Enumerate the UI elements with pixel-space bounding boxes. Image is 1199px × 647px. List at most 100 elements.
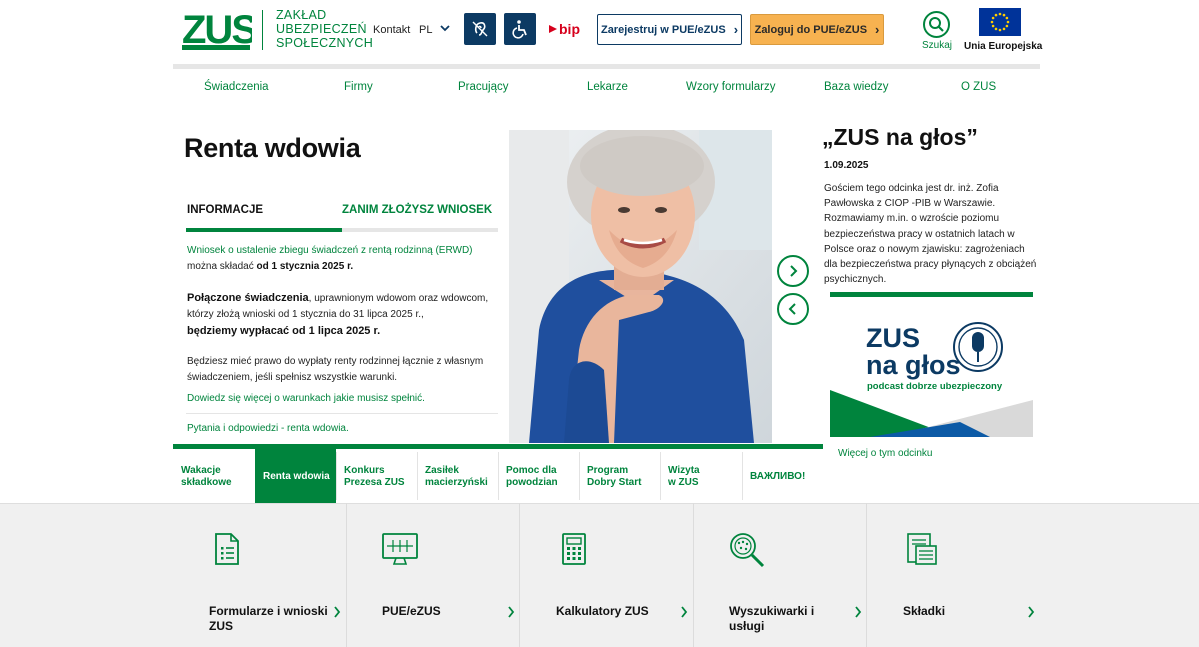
magnifier-icon[interactable] — [728, 532, 766, 568]
invoice-icon[interactable] — [906, 532, 938, 566]
erwd-link[interactable]: Wniosek o ustalenie zbiegu świadczeń z r… — [187, 245, 473, 256]
hearing-impaired-button[interactable] — [464, 13, 496, 45]
p1-bold: od 1 stycznia 2025 r. — [256, 261, 354, 272]
chevron-right-icon[interactable] — [680, 606, 688, 618]
nav-item-pracujacy[interactable]: Pracujący — [458, 81, 509, 93]
zus-logo[interactable]: ZUS — [182, 9, 252, 51]
elderly-woman-image — [509, 130, 772, 443]
svg-text:ZUS: ZUS — [182, 9, 252, 51]
quick-links-panel — [0, 503, 1199, 647]
wheelchair-icon — [512, 20, 527, 39]
chevron-right-icon: › — [733, 22, 739, 37]
chevron-right-icon[interactable] — [1027, 606, 1035, 618]
nav-item-lekarze[interactable]: Lekarze — [587, 81, 628, 93]
chevron-right-icon[interactable] — [507, 606, 515, 618]
hero-photo — [509, 130, 772, 443]
tab-label-line: Pomoc dla — [506, 465, 557, 476]
tab-pomoc-dla-powodzian[interactable]: Pomoc dla powodzian — [498, 449, 579, 503]
tile-label-line: usługi — [729, 619, 765, 633]
podcast-description: Gościem tego odcinka jest dr. inż. Zofia… — [824, 183, 1037, 286]
tile-label-line: Kalkulatory ZUS — [556, 604, 649, 618]
tile-label-line: Wyszukiwarki i — [729, 604, 815, 618]
header-divider — [173, 64, 1040, 69]
paragraph-prawo: Będziesz mieć prawo do wypłaty renty rod… — [187, 356, 484, 383]
site-header: ZUS ZAKŁAD UBEZPIECZEŃ SPOŁECZNYCH Konta… — [0, 0, 1199, 66]
tile-skladki[interactable]: Składki — [903, 604, 945, 619]
tile-separator — [693, 503, 694, 647]
tile-kalkulatory[interactable]: Kalkulatory ZUS — [556, 604, 649, 619]
carousel-next-button[interactable] — [777, 255, 809, 287]
chevron-right-icon[interactable] — [333, 606, 341, 618]
tile-pue-ezus[interactable]: PUE/eZUS — [382, 604, 441, 619]
tile-separator — [519, 503, 520, 647]
tab-separator — [417, 452, 418, 500]
tile-formularze[interactable]: Formularze i wnioski ZUS — [209, 604, 328, 634]
chevron-right-icon[interactable] — [854, 606, 862, 618]
login-button[interactable]: Zaloguj do PUE/eZUS › — [750, 14, 884, 45]
monitor-icon[interactable] — [381, 532, 419, 566]
tab-label-line: w ZUS — [668, 477, 699, 488]
tab-zasilek-macierzynski[interactable]: Zasiłek macierzyński — [417, 449, 498, 503]
eu-flag-icon[interactable] — [979, 8, 1021, 36]
calculator-icon[interactable] — [561, 532, 587, 566]
tab-konkurs-prezesa[interactable]: Konkurs Prezesa ZUS — [336, 449, 417, 503]
main-nav: Świadczenia Firmy Pracujący Lekarze Wzor… — [173, 70, 1040, 104]
p1-text: można składać — [187, 261, 257, 272]
tab-vazhlyvo[interactable]: ВАЖЛИВО! — [742, 449, 823, 503]
tab-label-line: Dobry Start — [587, 477, 642, 488]
search-button[interactable] — [923, 11, 950, 38]
tab-wakacje-skladkowe[interactable]: Wakacje składkowe — [173, 449, 255, 503]
nav-item-wzory-formularzy[interactable]: Wzory formularzy — [686, 81, 775, 93]
svg-text:bip: bip — [559, 21, 580, 37]
tab-zanim-zlozysz-wniosek[interactable]: ZANIM ZŁOŻYSZ WNIOSEK — [342, 204, 492, 216]
nav-item-firmy[interactable]: Firmy — [344, 81, 373, 93]
paragraph-erwd: Wniosek o ustalenie zbiegu świadczeń z r… — [187, 243, 499, 275]
tab-informacje[interactable]: INFORMACJE — [187, 204, 263, 216]
svg-text:podcast dobrze ubezpieczony: podcast dobrze ubezpieczony — [867, 381, 1003, 392]
divider — [186, 413, 498, 414]
tile-label-line: PUE/eZUS — [382, 604, 441, 618]
tile-label-line: Składki — [903, 604, 946, 618]
tab-label-line: ВАЖЛИВО! — [750, 471, 806, 482]
warunki-link[interactable]: Dowiedz się więcej o warunkach jakie mus… — [187, 393, 425, 404]
carousel-prev-button[interactable] — [777, 293, 809, 325]
tile-wyszukiwarki[interactable]: Wyszukiwarki i usługi — [729, 604, 814, 634]
bip-logo-icon[interactable]: bip — [549, 19, 585, 39]
kontakt-link[interactable]: Kontakt — [373, 24, 410, 36]
org-line-2: UBEZPIECZEŃ — [276, 22, 367, 36]
nav-item-swiadczenia[interactable]: Świadczenia — [204, 81, 269, 93]
language-selector[interactable]: PL — [419, 24, 432, 36]
podcast-title: „ZUS na głos” — [822, 124, 978, 150]
podcast-date: 1.09.2025 — [824, 160, 869, 171]
register-button[interactable]: Zarejestruj w PUE/eZUS › — [597, 14, 742, 45]
search-icon — [929, 17, 944, 32]
podcast-divider — [830, 292, 1033, 297]
tab-wizyta-w-zus[interactable]: Wizyta w ZUS — [660, 449, 742, 503]
tab-renta-wdowia[interactable]: Renta wdowia — [255, 449, 336, 503]
register-label: Zarejestruj w PUE/eZUS — [600, 23, 726, 36]
chevron-left-icon — [788, 303, 796, 315]
organization-name[interactable]: ZAKŁAD UBEZPIECZEŃ SPOŁECZNYCH — [276, 8, 373, 50]
page-title: Renta wdowia — [184, 133, 361, 163]
tab-separator — [742, 452, 743, 500]
nav-item-o-zus[interactable]: O ZUS — [961, 81, 996, 93]
tile-separator — [866, 503, 867, 647]
podcast-more-link[interactable]: Więcej o tym odcinku — [838, 448, 932, 459]
tab-label-line: Wizyta — [668, 465, 700, 476]
eu-label[interactable]: Unia Europejska — [964, 41, 1042, 52]
tab-label-line: składkowe — [181, 477, 232, 488]
search-label[interactable]: Szukaj — [922, 40, 952, 51]
tab-separator — [336, 452, 337, 500]
login-label: Zaloguj do PUE/eZUS — [754, 23, 868, 36]
faq-link[interactable]: Pytania i odpowiedzi - renta wdowia. — [187, 423, 349, 434]
tab-program-dobry-start[interactable]: Program Dobry Start — [579, 449, 660, 503]
p2-bold-2: będziemy wypłacać od 1 lipca 2025 r. — [187, 325, 381, 337]
podcast-banner[interactable]: ZUS na głos podcast dobrze ubezpieczony — [830, 312, 1033, 437]
document-icon[interactable] — [214, 532, 240, 566]
tab-label-line: powodzian — [506, 477, 558, 488]
org-line-3: SPOŁECZNYCH — [276, 36, 374, 50]
chevron-down-icon[interactable] — [438, 21, 452, 35]
tab-separator — [498, 452, 499, 500]
nav-item-baza-wiedzy[interactable]: Baza wiedzy — [824, 81, 889, 93]
accessibility-button[interactable] — [504, 13, 536, 45]
